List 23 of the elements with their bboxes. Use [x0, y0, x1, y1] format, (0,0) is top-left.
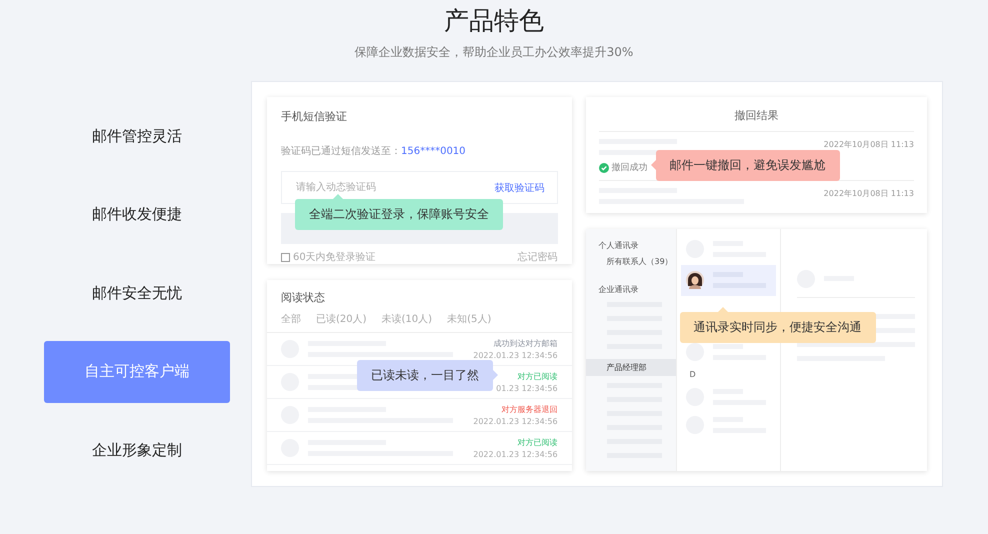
feature-tooltip: 已读未读，一目了然 [357, 360, 498, 391]
time-text: 2022年10月08日 11:13 [824, 139, 914, 150]
status-text: 对方已阅读 [518, 371, 558, 382]
index-letter: D [688, 368, 697, 381]
status-text: 成功到达对方邮箱 [494, 338, 558, 349]
feature-tooltip: 邮件一键撤回，避免误发尴尬 [650, 150, 840, 181]
feature-tooltip: 全端二次验证登录，保障账号安全 [295, 194, 503, 230]
time-text: 2022.01.23 12:34:56 [473, 417, 558, 426]
section-title: 产品特色 [444, 5, 544, 37]
recall-success-text: 撤回成功 [612, 162, 648, 174]
time-text: 01.23 12:34:56 [496, 384, 558, 393]
time-text: 2022年10月08日 11:13 [824, 188, 914, 199]
section-subtitle: 保障企业数据安全，帮助企业员工办公效率提升30% [354, 44, 634, 61]
phone-number: 156****0010 [401, 146, 466, 157]
card-title: 阅读状态 [280, 290, 326, 305]
status-text: 对方服务器退回 [502, 404, 558, 415]
sent-label: 验证码已通过短信发送至： [281, 146, 401, 157]
status-text: 对方已阅读 [518, 437, 558, 448]
feature-tooltip: 通讯录实时同步，便捷安全沟通 [680, 306, 876, 343]
time-text: 2022.01.23 12:34:56 [473, 351, 558, 360]
time-text: 2022.01.23 12:34:56 [473, 450, 558, 459]
card-title: 撤回结果 [598, 97, 914, 132]
card-title: 手机短信验证 [281, 109, 348, 124]
